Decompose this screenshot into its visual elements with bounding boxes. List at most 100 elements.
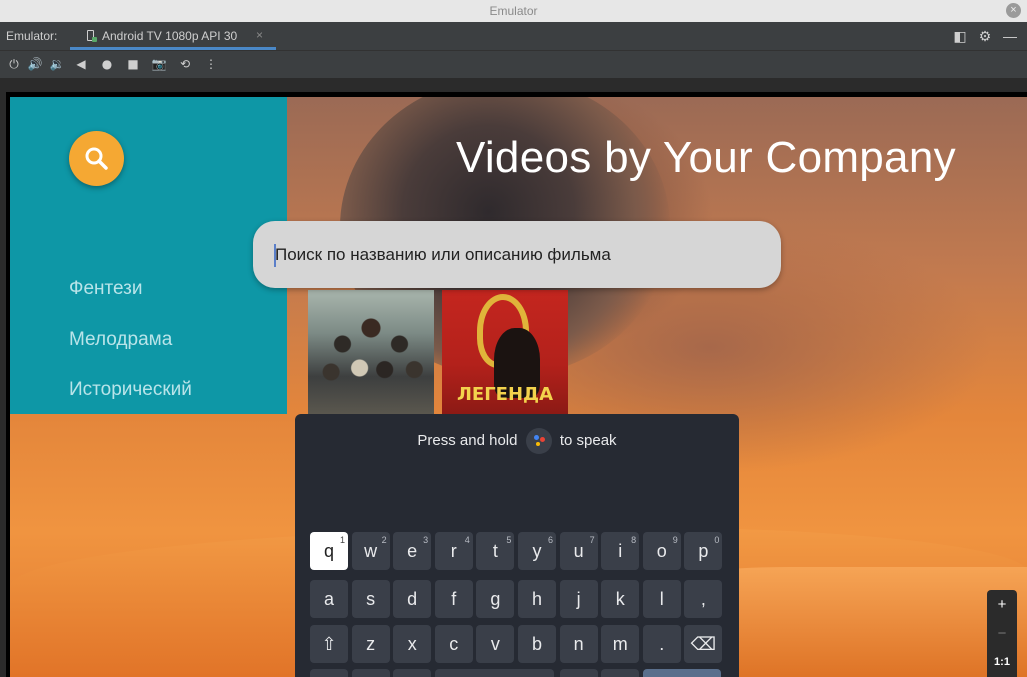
key-t[interactable]: t5 xyxy=(476,532,515,570)
on-screen-keyboard: Press and hold to speak q1w2e3r4t5y6u7i8… xyxy=(295,414,739,677)
poster-title: ЛЕГЕНДА xyxy=(456,384,554,405)
tv-screen[interactable]: Фентези Мелодрама Исторический Videos by… xyxy=(10,97,1027,677)
key-z[interactable]: z xyxy=(351,625,390,663)
shift-key-icon[interactable]: ⇧ xyxy=(310,625,348,663)
key-label: w xyxy=(364,541,378,561)
key-label: y xyxy=(532,541,542,561)
key-number-hint: 1 xyxy=(339,535,345,545)
brand-title: Videos by Your Company xyxy=(456,133,956,182)
poster-art xyxy=(314,312,428,392)
key-h[interactable]: h xyxy=(518,580,556,618)
key-number-hint: 2 xyxy=(381,535,387,545)
dash-key[interactable]: - xyxy=(559,669,598,677)
key-period[interactable]: . xyxy=(642,625,681,663)
key-v[interactable]: v xyxy=(476,625,515,663)
cursor-right-key-icon[interactable]: ▶ xyxy=(393,669,432,677)
key-number-hint: 7 xyxy=(589,535,595,545)
zoom-controls: + − 1:1 xyxy=(987,590,1017,677)
key-number-hint: 6 xyxy=(547,535,553,545)
key-k[interactable]: k xyxy=(601,580,640,618)
key-r[interactable]: r4 xyxy=(434,532,473,570)
movie-poster-dune[interactable] xyxy=(308,290,434,414)
volume-down-icon[interactable]: 🔉 xyxy=(49,56,65,72)
key-m[interactable]: m xyxy=(601,625,640,663)
emulator-tabbar: Emulator: Android TV 1080p API 30 × ◧ ⚙ — xyxy=(0,22,1027,50)
key-label: u xyxy=(573,541,584,561)
search-input[interactable]: Поиск по названию или описанию фильма xyxy=(253,221,781,288)
snapshot-icon[interactable]: ⟲ xyxy=(177,56,193,72)
device-icon xyxy=(87,30,97,42)
settings-gear-icon[interactable]: ⚙ xyxy=(977,28,993,44)
symbols-key[interactable]: ?123 xyxy=(310,669,348,677)
key-comma[interactable]: , xyxy=(684,580,723,618)
cursor-left-key-icon[interactable]: ◀ xyxy=(351,669,390,677)
underscore-key[interactable]: _ xyxy=(601,669,640,677)
more-icon[interactable]: ⋮ xyxy=(203,56,219,72)
key-b[interactable]: b xyxy=(518,625,556,663)
key-number-hint: 9 xyxy=(672,535,678,545)
key-x[interactable]: x xyxy=(393,625,432,663)
key-number-hint: 3 xyxy=(423,535,429,545)
key-y[interactable]: y6 xyxy=(518,532,556,570)
key-i[interactable]: i8 xyxy=(601,532,640,570)
search-input-text: Поиск по названию или описанию фильма xyxy=(275,245,611,264)
power-icon[interactable]: ⏻ xyxy=(6,56,22,72)
key-q[interactable]: q1 xyxy=(310,532,348,570)
movie-poster-legend[interactable]: ЛЕГЕНДА xyxy=(442,290,568,414)
window-title: Emulator xyxy=(489,4,538,18)
emulator-label: Emulator: xyxy=(6,29,58,43)
key-number-hint: 8 xyxy=(631,535,637,545)
overview-icon[interactable]: ■ xyxy=(125,56,141,72)
space-key[interactable]: ␣ xyxy=(434,669,554,677)
key-o[interactable]: o9 xyxy=(642,532,681,570)
volume-up-icon[interactable]: 🔊 xyxy=(27,56,43,72)
tab-android-tv[interactable]: Android TV 1080p API 30 × xyxy=(70,22,276,50)
key-p[interactable]: p0 xyxy=(684,532,723,570)
key-s[interactable]: s xyxy=(351,580,390,618)
search-orb-button[interactable] xyxy=(69,131,124,186)
key-number-hint: 4 xyxy=(464,535,470,545)
zoom-out-button[interactable]: − xyxy=(987,619,1017,648)
key-label: e xyxy=(407,541,418,561)
backspace-key-icon[interactable]: ⌫ xyxy=(684,625,723,663)
key-c[interactable]: c xyxy=(434,625,473,663)
enter-key-icon[interactable]: ↵ xyxy=(642,669,721,677)
window-mode-icon[interactable]: ◧ xyxy=(952,28,968,44)
key-label: p xyxy=(698,541,709,561)
key-label: i xyxy=(618,541,623,561)
minimize-icon[interactable]: — xyxy=(1002,28,1018,44)
category-historical[interactable]: Исторический xyxy=(69,379,192,401)
key-label: o xyxy=(656,541,667,561)
key-number-hint: 0 xyxy=(714,535,720,545)
key-u[interactable]: u7 xyxy=(559,532,598,570)
tab-close-icon[interactable]: × xyxy=(256,28,263,42)
search-icon xyxy=(85,147,108,170)
zoom-actual-size-button[interactable]: 1:1 xyxy=(987,648,1017,677)
back-icon[interactable]: ◀ xyxy=(73,56,89,72)
key-f[interactable]: f xyxy=(434,580,473,618)
key-j[interactable]: j xyxy=(559,580,598,618)
voice-hint: Press and hold to speak xyxy=(295,428,739,454)
key-g[interactable]: g xyxy=(476,580,515,618)
category-sidebar: Фентези Мелодрама Исторический xyxy=(10,97,287,414)
assistant-mic-icon[interactable] xyxy=(525,428,552,454)
camera-icon[interactable]: 📷 xyxy=(151,56,167,72)
close-window-button[interactable]: × xyxy=(1006,3,1021,18)
key-d[interactable]: d xyxy=(393,580,432,618)
zoom-in-button[interactable]: + xyxy=(987,590,1017,619)
key-a[interactable]: a xyxy=(310,580,348,618)
key-l[interactable]: l xyxy=(642,580,681,618)
category-melodrama[interactable]: Мелодрама xyxy=(69,329,172,351)
key-label: q xyxy=(323,541,334,561)
voice-hint-post: to speak xyxy=(559,431,617,449)
key-w[interactable]: w2 xyxy=(351,532,390,570)
key-e[interactable]: e3 xyxy=(393,532,432,570)
window-titlebar: Emulator × xyxy=(0,0,1027,22)
key-n[interactable]: n xyxy=(559,625,598,663)
key-number-hint: 5 xyxy=(506,535,512,545)
category-fantasy[interactable]: Фентези xyxy=(69,278,142,300)
tab-label: Android TV 1080p API 30 xyxy=(102,29,238,43)
key-label: r xyxy=(450,541,457,561)
home-icon[interactable]: ● xyxy=(99,56,115,72)
emulator-toolbar: ⏻ 🔊 🔉 ◀ ● ■ 📷 ⟲ ⋮ xyxy=(0,50,1027,78)
